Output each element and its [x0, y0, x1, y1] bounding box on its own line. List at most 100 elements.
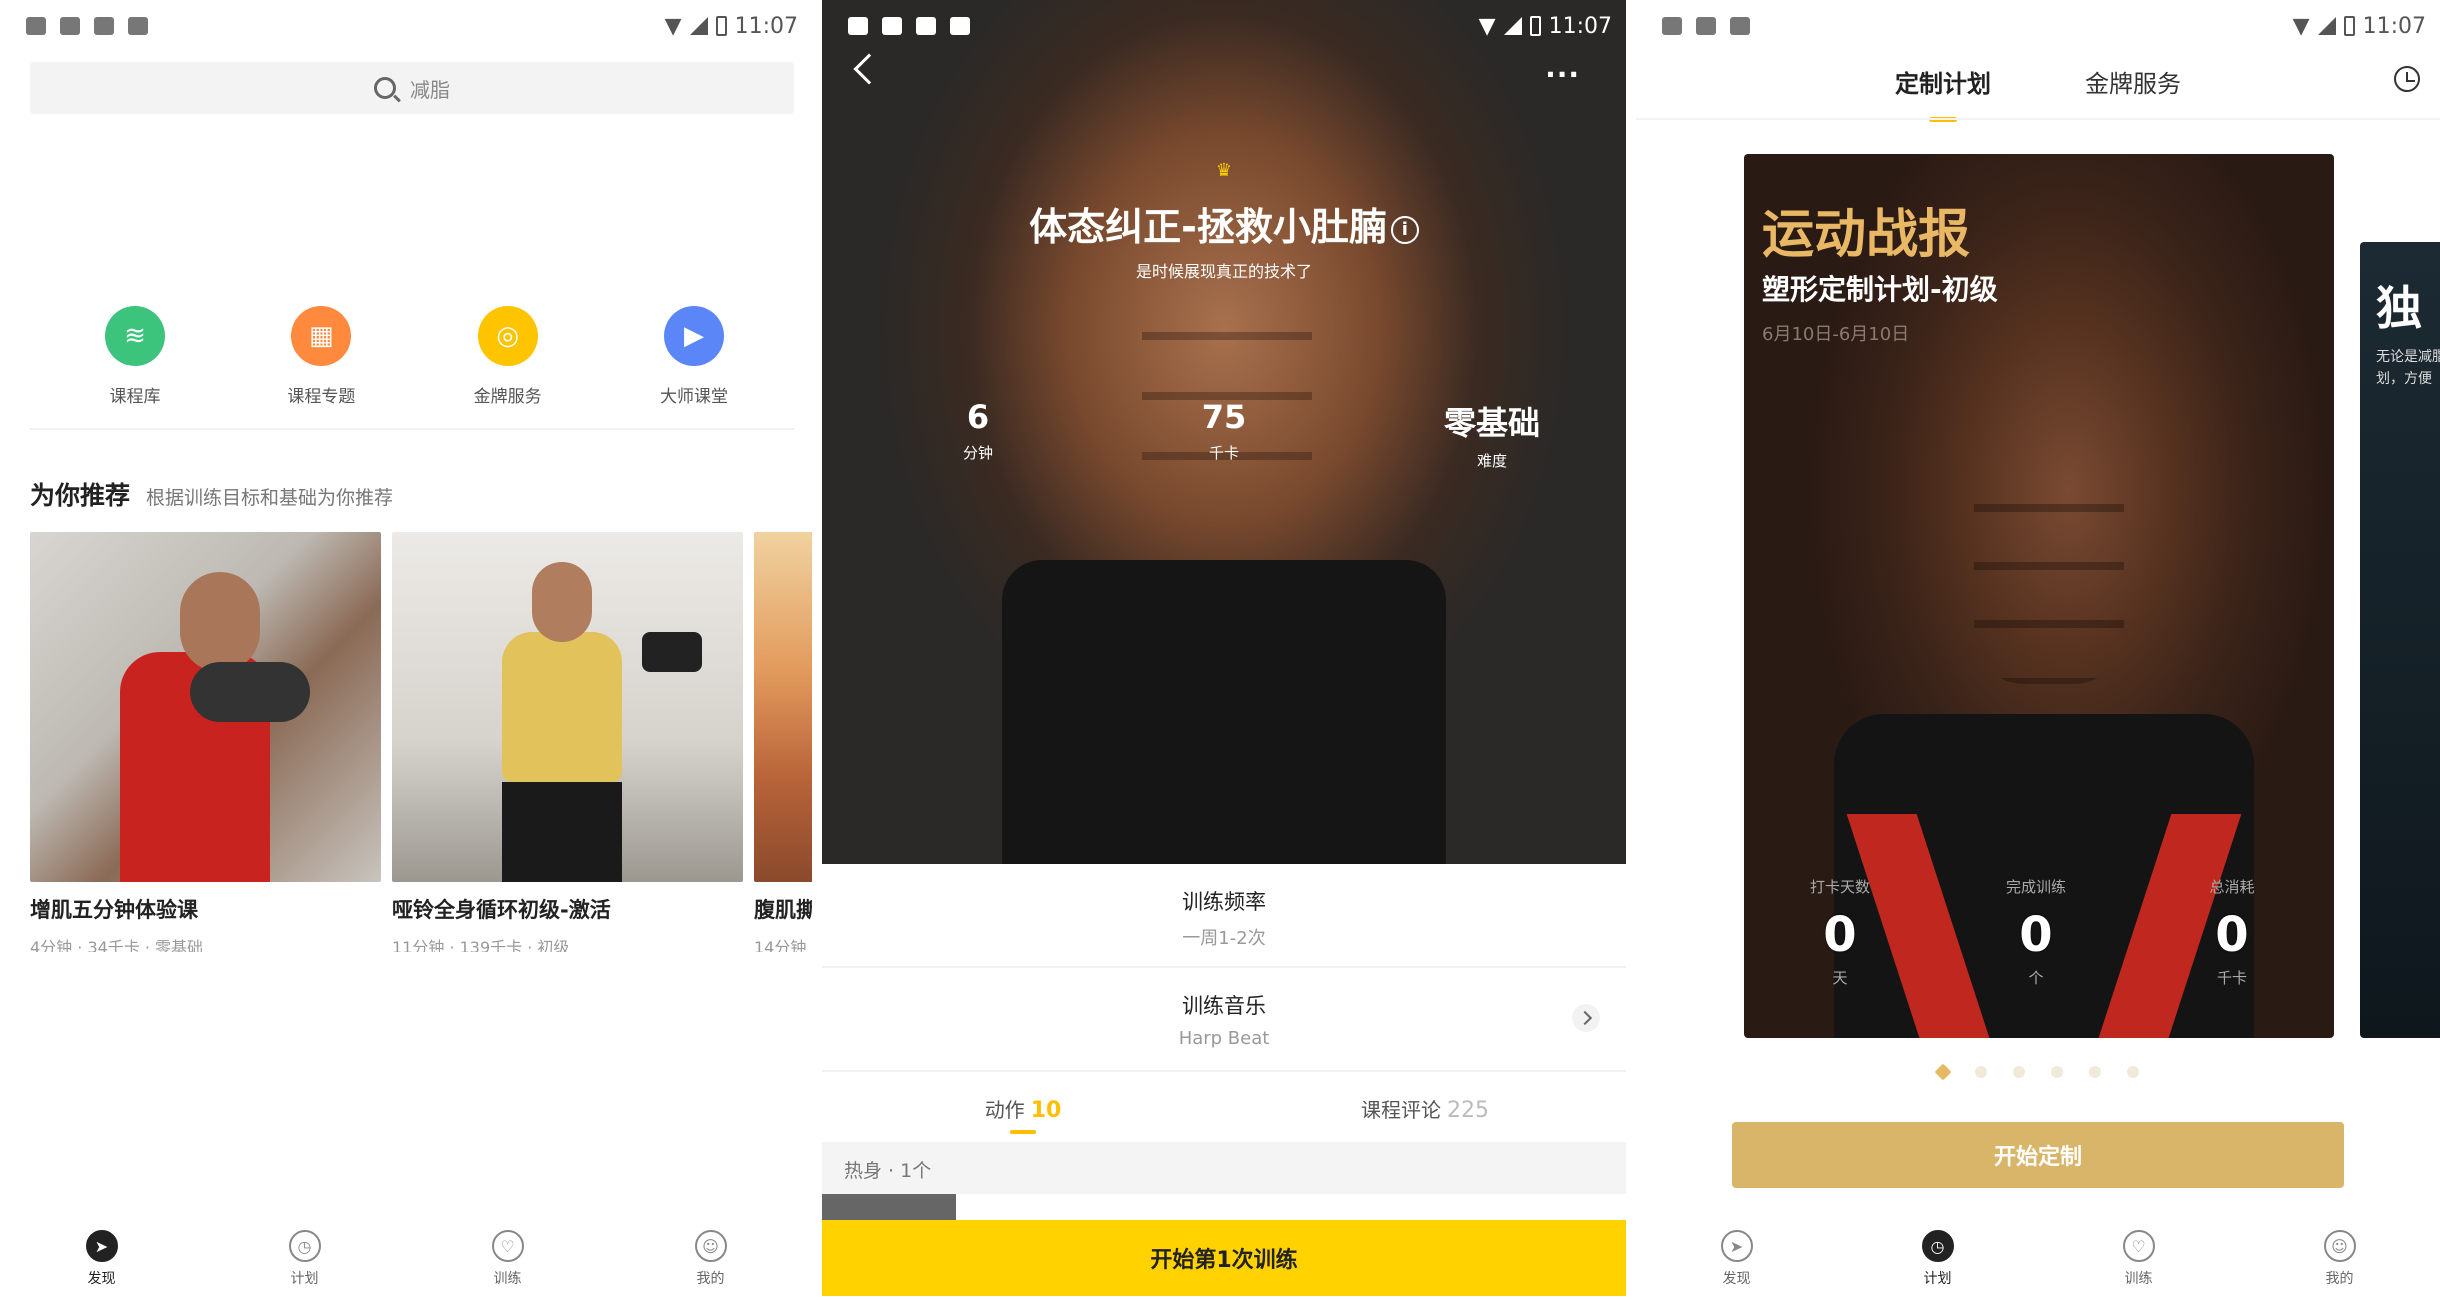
- stat-label: 总消耗: [2209, 878, 2255, 896]
- a-icon: [1730, 17, 1750, 35]
- stat-unit: 天: [1832, 969, 1848, 987]
- tab-label: 计划: [290, 1271, 319, 1287]
- tab-discover[interactable]: ➤ 发现: [1677, 1230, 1797, 1288]
- hero-torso: [1142, 280, 1312, 510]
- bottom-tabbar: ➤ 发现 ◷ 计划 ♡ 训练 ☺ 我的: [0, 1218, 812, 1300]
- stat-unit: 难度: [1476, 452, 1507, 470]
- status-bar: ▼ 11:07: [1636, 0, 2440, 52]
- course-card[interactable]: 哑铃全身循环初级-激活 11分钟 · 139千卡 · 初级: [392, 532, 743, 952]
- search-placeholder: 减脂: [410, 77, 450, 102]
- carousel-dot[interactable]: [1934, 1063, 1952, 1081]
- tab-plan[interactable]: ◷ 计划: [245, 1230, 365, 1288]
- start-customize-button[interactable]: 开始定制: [1732, 1122, 2344, 1188]
- stat-value: 0: [2019, 907, 2053, 963]
- tab-custom-plan[interactable]: 定制计划: [1895, 58, 1991, 118]
- back-icon[interactable]: [853, 53, 885, 85]
- discover-screen: ▼ 11:07 减脂 ≋ 课程库 ▦ 课程专题 ◎ 金牌服务 ▶ 大师课堂 为你…: [0, 0, 812, 1300]
- medal-icon: ◎: [477, 306, 538, 366]
- carousel-dot[interactable]: [1975, 1066, 1987, 1078]
- tab-label: 我的: [2325, 1271, 2354, 1287]
- peek-text: 无论是减脂划，方便: [2376, 349, 2440, 387]
- tab-me[interactable]: ☺ 我的: [2280, 1230, 2400, 1288]
- course-title: 增肌五分钟体验课: [30, 898, 198, 922]
- course-photo: [392, 532, 743, 882]
- tab-actions[interactable]: 动作 10: [822, 1078, 1224, 1138]
- heartbeat-icon: ♡: [2122, 1230, 2155, 1262]
- recommend-carousel[interactable]: 增肌五分钟体验课 4分钟 · 34千卡 · 零基础 哑铃全身循环初级-激活 11…: [30, 532, 812, 952]
- section-title: 为你推荐: [30, 481, 131, 510]
- exercise-thumbnail[interactable]: [822, 1194, 956, 1220]
- status-bar: ▼ 11:07: [0, 0, 812, 52]
- more-icon[interactable]: ···: [1545, 58, 1580, 91]
- course-card[interactable]: 增肌五分钟体验课 4分钟 · 34千卡 · 零基础: [30, 532, 381, 952]
- plan-top-tabs: 定制计划 金牌服务: [1636, 58, 2440, 118]
- battery-icon: [2343, 16, 2355, 36]
- carousel-dot[interactable]: [2089, 1066, 2101, 1078]
- carousel-dot[interactable]: [2013, 1066, 2025, 1078]
- stat-value: 0: [1823, 907, 1857, 963]
- tab-train[interactable]: ♡ 训练: [448, 1230, 568, 1288]
- info-icon[interactable]: i: [1390, 215, 1419, 244]
- tab-comments[interactable]: 课程评论 225: [1224, 1078, 1626, 1138]
- frequency-row: 训练频率 一周1-2次: [822, 886, 1626, 950]
- category-label: 课程库: [109, 387, 161, 407]
- a-icon: [950, 17, 970, 35]
- status-time: 11:07: [1548, 13, 1612, 39]
- category-gold-service[interactable]: ◎ 金牌服务: [458, 306, 558, 407]
- signal-icon: [2317, 17, 2336, 35]
- stat-unit: 千卡: [1208, 444, 1239, 462]
- frequency-label: 训练频率: [1182, 890, 1266, 914]
- app-icon: [94, 17, 114, 35]
- hero-shorts: [1002, 560, 1446, 864]
- category-master-class[interactable]: ▶ 大师课堂: [644, 306, 744, 407]
- compass-icon: ➤: [85, 1230, 118, 1262]
- android-icon: [1662, 17, 1682, 35]
- tab-label: 我的: [696, 1271, 725, 1287]
- course-card[interactable]: 腹肌撕 14分钟 ·: [754, 532, 812, 952]
- tab-plan[interactable]: ◷ 计划: [1878, 1230, 1998, 1288]
- tab-label: 训练: [493, 1271, 522, 1287]
- alarm-clock-icon: ◷: [1921, 1230, 1954, 1262]
- tab-gold-service[interactable]: 金牌服务: [2085, 58, 2181, 118]
- stat-difficulty: 零基础 难度: [1432, 398, 1552, 471]
- course-title: 体态纠正-拯救小肚腩 i: [822, 196, 1626, 251]
- user-icon: ☺: [694, 1230, 727, 1262]
- tab-discover[interactable]: ➤ 发现: [42, 1230, 162, 1288]
- layers-icon: ≋: [105, 306, 165, 366]
- course-meta: 4分钟 · 34千卡 · 零基础: [30, 938, 204, 952]
- music-row[interactable]: 训练音乐 Harp Beat: [822, 990, 1626, 1049]
- signal-icon: [1503, 17, 1522, 35]
- plan-date-range: 6月10日-6月10日: [1762, 324, 1910, 345]
- image-icon: [882, 17, 902, 35]
- carousel-dot[interactable]: [2127, 1066, 2139, 1078]
- tab-me[interactable]: ☺ 我的: [651, 1230, 771, 1288]
- history-clock-icon[interactable]: [2394, 66, 2420, 92]
- course-title-text: 体态纠正-拯救小肚腩: [1029, 205, 1387, 249]
- course-meta: 11分钟 · 139千卡 · 初级: [392, 938, 570, 952]
- tab-train[interactable]: ♡ 训练: [2079, 1230, 2199, 1288]
- divider: [822, 966, 1626, 968]
- tab-count: 225: [1447, 1098, 1489, 1123]
- stat-unit: 千卡: [2216, 969, 2247, 987]
- course-title: 腹肌撕: [754, 898, 812, 922]
- workout-report-card[interactable]: 运动战报 塑形定制计划-初级 6月10日-6月10日 打卡天数 0 天 完成训练…: [1744, 154, 2334, 1038]
- stat-value: 零基础: [1443, 404, 1540, 442]
- signal-icon: [689, 17, 708, 35]
- course-subtitle: 是时候展现真正的技术了: [1135, 262, 1312, 281]
- search-input[interactable]: 减脂: [30, 62, 794, 114]
- heartbeat-icon: ♡: [491, 1230, 524, 1262]
- app-icon: [916, 17, 936, 35]
- next-card-peek[interactable]: 独 无论是减脂划，方便: [2360, 242, 2440, 1038]
- alarm-clock-icon: ◷: [288, 1230, 321, 1262]
- carousel-dot[interactable]: [2051, 1066, 2063, 1078]
- stat-checkin-days: 打卡天数 0 天: [1770, 876, 1910, 988]
- music-label: 训练音乐: [1182, 994, 1266, 1018]
- divider: [822, 1070, 1626, 1072]
- crown-icon: ♛: [1215, 160, 1233, 181]
- category-course-library[interactable]: ≋ 课程库: [85, 306, 185, 407]
- stat-completed: 完成训练 0 个: [1966, 876, 2106, 988]
- category-course-topics[interactable]: ▦ 课程专题: [271, 306, 371, 407]
- start-training-button[interactable]: 开始第1次训练: [822, 1220, 1626, 1296]
- image-icon: [60, 17, 80, 35]
- status-bar: ▼ 11:07: [822, 0, 1626, 52]
